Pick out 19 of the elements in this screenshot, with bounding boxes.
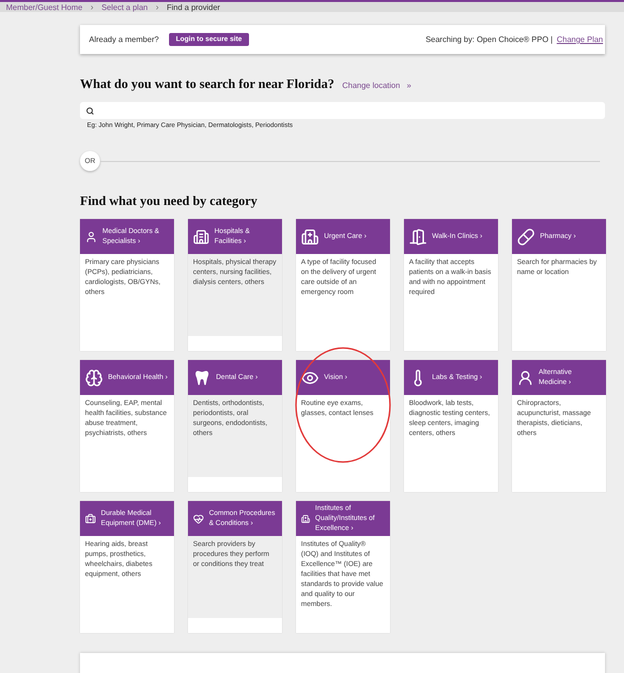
breadcrumb-link[interactable]: Find a provider — [166, 2, 220, 12]
search-icon — [86, 106, 94, 114]
breadcrumb-link[interactable]: Select a plan — [101, 2, 148, 12]
search-field[interactable] — [80, 102, 605, 119]
chevron-icon: › — [90, 2, 94, 12]
member-prompt: Already a member? — [89, 35, 159, 44]
breadcrumb-link[interactable]: Member/Guest Home — [6, 2, 82, 12]
search-heading: What do you want to search for near Florida? — [80, 76, 334, 92]
hospital-icon — [301, 228, 319, 246]
change-plan-link[interactable]: Change Plan — [556, 35, 603, 44]
tooth-icon — [193, 368, 211, 386]
pill-icon — [517, 228, 535, 246]
building-icon — [193, 228, 210, 246]
person-icon — [517, 368, 534, 386]
change-location-link[interactable]: Change location » — [342, 81, 412, 90]
category-heading: Find what you need by category — [80, 193, 258, 209]
plan-label: Searching by: Open Choice® PPO | — [426, 35, 553, 44]
chevron-icon: › — [156, 2, 159, 12]
door-icon — [409, 228, 427, 246]
